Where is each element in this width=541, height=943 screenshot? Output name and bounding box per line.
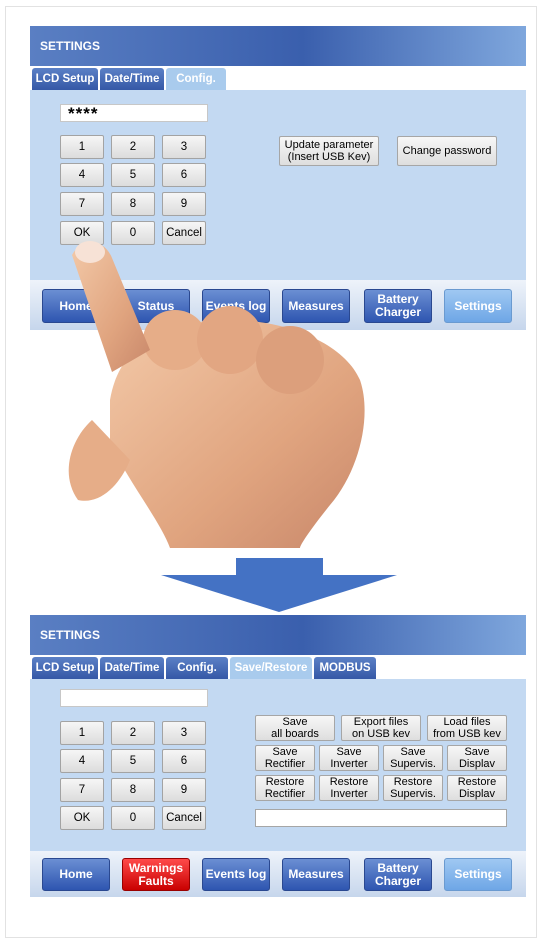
key-4[interactable]: 4 [60, 749, 104, 773]
nav-home[interactable]: Home [42, 858, 110, 891]
key-8[interactable]: 8 [111, 778, 155, 802]
key-3[interactable]: 3 [162, 721, 206, 745]
restore-rectifier-button[interactable]: Restore Rectifier [255, 775, 315, 801]
key-1[interactable]: 1 [60, 721, 104, 745]
key-6[interactable]: 6 [162, 749, 206, 773]
nav-events-log[interactable]: Events log [202, 858, 270, 891]
page-title: SETTINGS [40, 628, 101, 642]
title-bar: SETTINGS [30, 615, 526, 655]
restore-display-button[interactable]: Restore Displav [447, 775, 507, 801]
settings-screen-after: SETTINGS LCD Setup Date/Time Config. Sav… [30, 615, 526, 897]
save-rectifier-button[interactable]: Save Rectifier [255, 745, 315, 771]
nav-settings[interactable]: Settings [444, 858, 512, 891]
key-7[interactable]: 7 [60, 778, 104, 802]
tab-lcd-setup[interactable]: LCD Setup [32, 657, 98, 679]
key-5[interactable]: 5 [111, 749, 155, 773]
key-cancel[interactable]: Cancel [162, 806, 206, 830]
status-field [255, 809, 507, 827]
nav-battery-charger[interactable]: Battery Charger [364, 858, 432, 891]
restore-inverter-button[interactable]: Restore Inverter [319, 775, 379, 801]
save-all-boards-button[interactable]: Save all boards [255, 715, 335, 741]
save-inverter-button[interactable]: Save Inverter [319, 745, 379, 771]
load-files-usb-button[interactable]: Load files from USB kev [427, 715, 507, 741]
tab-save-restore[interactable]: Save/Restore [230, 657, 312, 679]
password-field[interactable] [60, 689, 208, 707]
bottom-nav: Home Warnings Faults Events log Measures… [30, 851, 526, 897]
key-2[interactable]: 2 [111, 721, 155, 745]
key-9[interactable]: 9 [162, 778, 206, 802]
tab-modbus[interactable]: MODBUS [314, 657, 376, 679]
tab-date-time[interactable]: Date/Time [100, 657, 164, 679]
tab-bar: LCD Setup Date/Time Config. Save/Restore… [30, 655, 526, 679]
save-supervis-button[interactable]: Save Supervis. [383, 745, 443, 771]
nav-measures[interactable]: Measures [282, 858, 350, 891]
restore-supervis-button[interactable]: Restore Supervis. [383, 775, 443, 801]
tab-config[interactable]: Config. [166, 657, 228, 679]
save-restore-panel: 1 2 3 4 5 6 7 8 9 OK 0 Cancel Save all b… [30, 679, 526, 851]
export-files-usb-button[interactable]: Export files on USB kev [341, 715, 421, 741]
key-ok[interactable]: OK [60, 806, 104, 830]
key-0[interactable]: 0 [111, 806, 155, 830]
down-arrow-icon [161, 558, 397, 612]
nav-warnings-faults[interactable]: Warnings Faults [122, 858, 190, 891]
save-display-button[interactable]: Save Displav [447, 745, 507, 771]
pointing-hand-image [68, 241, 365, 548]
